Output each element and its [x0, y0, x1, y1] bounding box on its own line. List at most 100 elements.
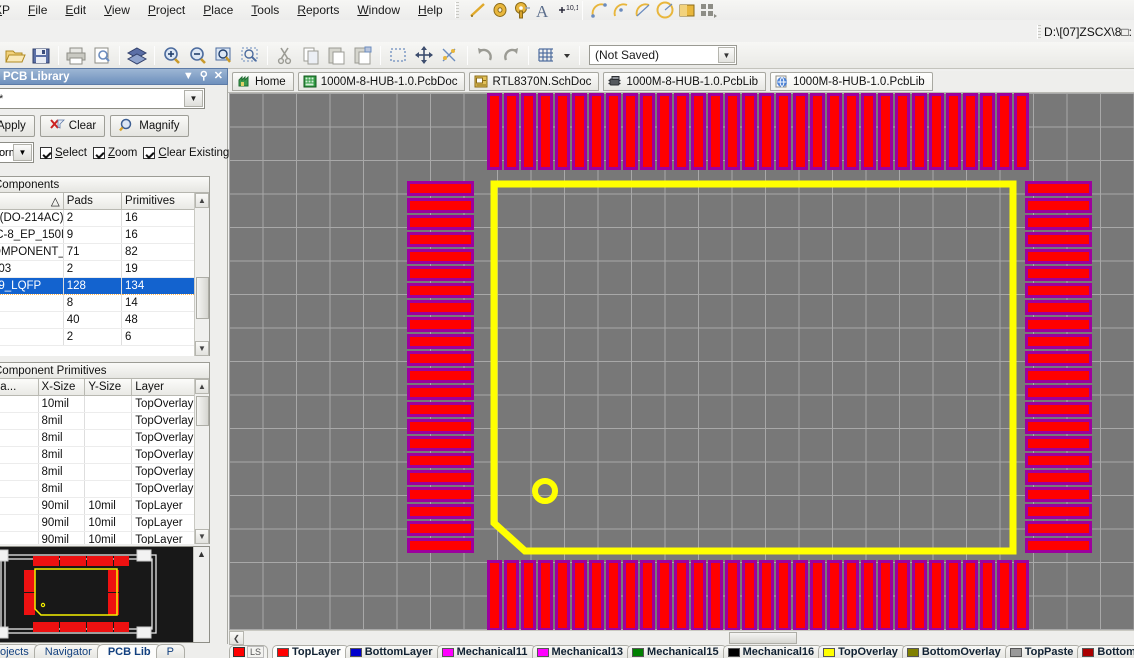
menu-item-view[interactable]: View — [95, 1, 139, 20]
component-preview[interactable]: ▲ — [0, 546, 210, 643]
primitives-scrollbar[interactable]: ▲ ▼ — [194, 379, 209, 544]
table-row[interactable]: 8mil TopOverlay — [0, 412, 209, 430]
layer-tab-mechanical15[interactable]: Mechanical15 — [627, 645, 727, 658]
components-table-body[interactable]: △ Pads Primitives A(DO-214AC)216 IC-8_EP… — [0, 193, 209, 356]
checkbox-zoom[interactable]: Zoom — [92, 146, 137, 159]
scroll-down-icon[interactable]: ▼ — [195, 341, 209, 356]
cut-icon[interactable] — [273, 44, 297, 67]
scroll-down-icon[interactable]: ▼ — [195, 529, 209, 544]
deselect-all-icon[interactable] — [438, 44, 462, 67]
table-row[interactable]: 8mil TopOverlay — [0, 429, 209, 447]
paste-special-icon[interactable] — [351, 44, 375, 67]
menu-item-help[interactable]: Help — [409, 1, 452, 20]
zoom-out-icon[interactable] — [186, 44, 210, 67]
scrollbar-thumb[interactable] — [196, 277, 209, 319]
chevron-down-icon[interactable]: ▼ — [184, 90, 203, 107]
table-row[interactable]: 04048 — [0, 311, 209, 329]
path-toolbar-grip[interactable] — [1037, 25, 1042, 39]
table-row[interactable]: 26 — [0, 328, 209, 346]
layer-tab-topoverlay[interactable]: TopOverlay — [818, 645, 906, 658]
scroll-up-icon[interactable]: ▲ — [195, 193, 209, 208]
menu-item-place[interactable]: Place — [194, 1, 242, 20]
grid-icon[interactable] — [534, 44, 558, 67]
full-circle-icon[interactable] — [655, 1, 675, 20]
scroll-up-icon[interactable]: ▲ — [197, 549, 206, 559]
col-header-name[interactable]: Na... — [0, 379, 39, 396]
components-scrollbar[interactable]: ▲ ▼ — [194, 193, 209, 356]
save-icon[interactable] — [29, 44, 53, 67]
checkbox-clear-existing[interactable]: Clear Existing — [143, 146, 229, 159]
layer-tab-bottompaste[interactable]: BottomPaste — [1077, 645, 1134, 658]
layer-tab-toppaste[interactable]: TopPaste — [1004, 645, 1082, 658]
doc-tab-pcblib[interactable]: 1000M-8-HUB-1.0.PcbLib — [603, 72, 767, 91]
primitives-table-body[interactable]: Na... X-Size Y-Size Layer 10milTopOverla… — [0, 379, 209, 544]
close-icon[interactable]: ✕ — [214, 70, 223, 83]
board-layers-icon[interactable] — [125, 44, 149, 67]
table-row[interactable]: 10mil TopOverlay — [0, 395, 209, 413]
col-header-name[interactable]: △ — [0, 193, 64, 210]
table-row[interactable]: 190mil10milTopLayer — [0, 497, 209, 515]
layer-tab-bottomoverlay[interactable]: BottomOverlay — [901, 645, 1009, 658]
doc-tab-pcbdoc[interactable]: 1000M-8-HUB-1.0.PcbDoc — [297, 72, 466, 91]
select-mode-combo[interactable]: Normal ▼ — [0, 142, 34, 163]
menu-item-file[interactable]: File — [19, 1, 56, 20]
pencil-icon[interactable] — [468, 1, 488, 20]
silkscreen-outline[interactable] — [229, 93, 1134, 631]
chevron-down-icon[interactable]: ▼ — [13, 144, 32, 161]
panel-tab-more[interactable]: P — [155, 644, 185, 658]
component-array-icon[interactable] — [699, 1, 719, 20]
pin-icon[interactable]: ⚲ — [200, 70, 208, 83]
undo-icon[interactable] — [473, 44, 497, 67]
table-row[interactable]: 8 14 — [0, 294, 209, 312]
select-area-icon[interactable] — [386, 44, 410, 67]
scrollbar-thumb[interactable] — [196, 396, 209, 426]
layer-tab-mechanical16[interactable]: Mechanical16 — [722, 645, 823, 658]
toolbar-grip[interactable] — [454, 2, 459, 18]
redo-icon[interactable] — [499, 44, 523, 67]
canvas-horizontal-scrollbar[interactable]: ❮ — [229, 630, 1134, 645]
arc-edge-icon[interactable] — [611, 1, 631, 20]
panel-tab-pcblib[interactable]: PCB Lib — [96, 644, 162, 658]
layer-color-preview[interactable]: LS — [229, 645, 269, 658]
doc-tab-home[interactable]: Home — [232, 72, 294, 91]
print-icon[interactable] — [64, 44, 88, 67]
pad-icon[interactable] — [490, 1, 510, 20]
checkbox-box[interactable] — [143, 146, 156, 159]
table-row[interactable]: OMPONENT_7182 — [0, 243, 209, 261]
layer-tab-mechanical13[interactable]: Mechanical13 — [531, 645, 632, 658]
mask-filter-input[interactable]: * ▼ — [0, 88, 205, 109]
table-row[interactable]: 8mil TopOverlay — [0, 480, 209, 498]
table-row[interactable]: IC-8_EP_150M916 — [0, 226, 209, 244]
zoom-in-icon[interactable] — [160, 44, 184, 67]
table-row[interactable]: 603219 — [0, 260, 209, 278]
menu-item-window[interactable]: Window — [348, 1, 409, 20]
table-row[interactable]: 290mil10milTopLayer — [0, 514, 209, 532]
doc-tab-schdoc[interactable]: RTL8370N.SchDoc — [469, 72, 600, 91]
chevron-down-icon[interactable]: ▼ — [183, 70, 194, 83]
menu-item-reports[interactable]: Reports — [288, 1, 348, 20]
arc-center-icon[interactable] — [589, 1, 609, 20]
layer-tab-mechanical11[interactable]: Mechanical11 — [436, 645, 536, 658]
magnify-button[interactable]: Magnify — [110, 115, 189, 137]
col-header-xsize[interactable]: X-Size — [38, 379, 86, 396]
table-row[interactable]: A(DO-214AC)216 — [0, 209, 209, 227]
scroll-up-icon[interactable]: ▲ — [195, 379, 209, 394]
col-header-pads[interactable]: Pads — [63, 193, 123, 210]
clear-button[interactable]: Clear — [39, 115, 106, 137]
paste-icon[interactable] — [325, 44, 349, 67]
zoom-area-icon[interactable] — [212, 44, 236, 67]
table-row[interactable]: 8mil TopOverlay — [0, 463, 209, 481]
scrollbar-thumb[interactable] — [729, 632, 797, 644]
grid-dropdown-icon[interactable] — [560, 44, 574, 67]
table-row[interactable]: 8mil TopOverlay — [0, 446, 209, 464]
doc-tab-pcblib-active[interactable]: 1000M-8-HUB-1.0.PcbLib — [770, 72, 933, 91]
col-header-ysize[interactable]: Y-Size — [84, 379, 133, 396]
table-row-selected[interactable]: 09_LQFP128134 — [0, 277, 209, 295]
checkbox-select[interactable]: Select — [40, 146, 87, 159]
layer-tab-toplayer[interactable]: TopLayer — [272, 645, 349, 658]
via-icon[interactable] — [512, 1, 532, 20]
checkbox-box[interactable] — [92, 146, 105, 159]
menu-item-tools[interactable]: Tools — [242, 1, 288, 20]
layer-tab-bottomlayer[interactable]: BottomLayer — [344, 645, 441, 658]
text-icon[interactable]: A — [534, 1, 554, 21]
